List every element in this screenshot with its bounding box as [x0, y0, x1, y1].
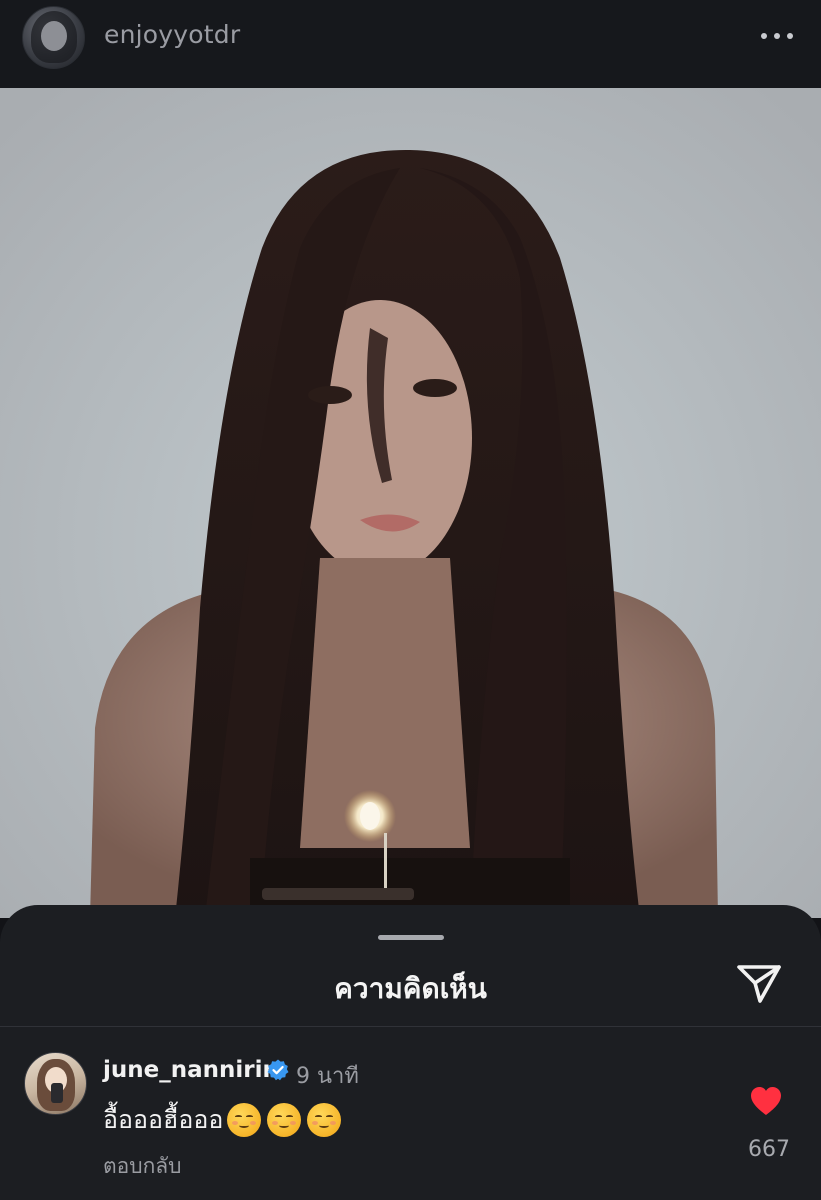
smiling-face-icon — [267, 1103, 302, 1137]
avatar-phone-shape — [51, 1083, 63, 1103]
verified-badge-icon — [266, 1058, 290, 1082]
portrait-illustration — [0, 88, 821, 918]
sheet-drag-handle[interactable] — [378, 935, 444, 940]
share-button[interactable] — [736, 963, 782, 1005]
like-count: 667 — [748, 1137, 790, 1162]
comment-text: อื้อออฮื้อออ — [103, 1105, 224, 1134]
verified-badge-svg — [267, 1059, 289, 1081]
paper-plane-icon — [737, 965, 781, 1003]
like-button[interactable] — [749, 1085, 783, 1117]
profile-avatar[interactable] — [22, 6, 85, 69]
post-photo[interactable] — [0, 88, 821, 918]
post-header: enjoyyotdr — [0, 0, 821, 88]
comment-body: อื้อออฮื้อออ — [103, 1100, 342, 1140]
reply-button[interactable]: ตอบกลับ — [103, 1150, 182, 1183]
commenter-username[interactable]: june_nannirin — [103, 1057, 279, 1083]
smiling-face-icon — [227, 1103, 262, 1137]
comment-timestamp: 9 นาที — [296, 1064, 359, 1089]
avatar-face-shape — [41, 21, 67, 51]
sheet-divider — [0, 1026, 821, 1027]
heart-icon — [751, 1087, 781, 1115]
smiling-face-icon — [307, 1103, 342, 1137]
more-dot-icon — [774, 33, 780, 39]
comments-sheet: ความคิดเห็น june_nannirin 9 นาที อื้อออฮ… — [0, 905, 821, 1200]
comment-emojis — [227, 1103, 342, 1137]
commenter-avatar[interactable] — [24, 1052, 87, 1115]
post-username[interactable]: enjoyyotdr — [104, 20, 240, 49]
more-dot-icon — [761, 33, 767, 39]
sheet-title: ความคิดเห็น — [334, 972, 487, 1005]
more-options-button[interactable] — [757, 22, 797, 50]
more-dot-icon — [787, 33, 793, 39]
